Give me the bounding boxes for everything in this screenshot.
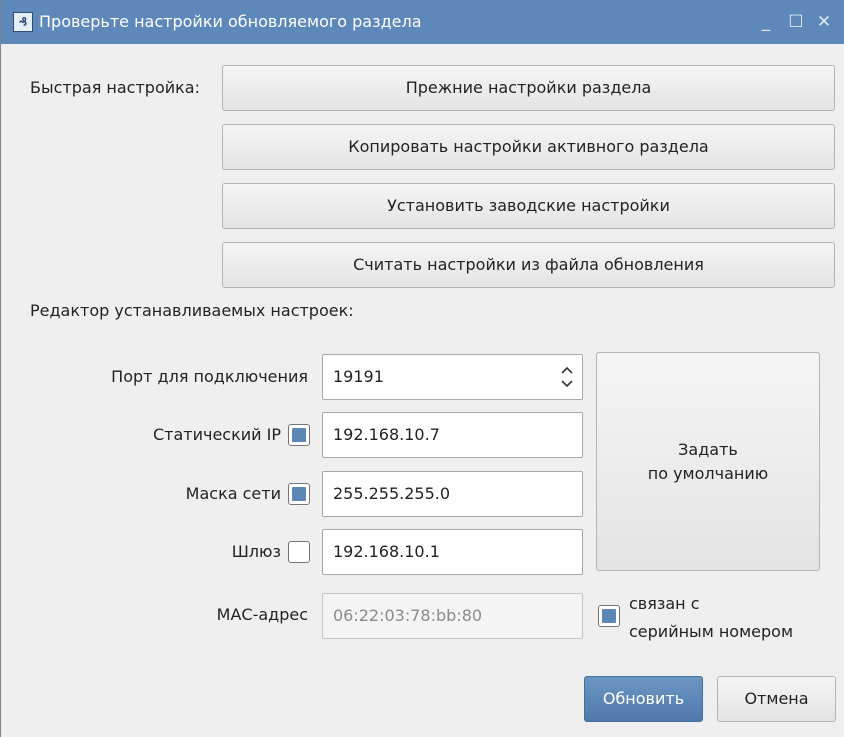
- set-defaults-label-line1: Задать: [678, 439, 738, 459]
- gateway-checkbox[interactable]: [288, 541, 310, 563]
- factory-settings-button[interactable]: Установить заводские настройки: [222, 183, 835, 229]
- editor-label: Редактор устанавливаемых настроек:: [30, 301, 354, 320]
- static-ip-input[interactable]: 192.168.10.7: [322, 412, 583, 458]
- netmask-checkbox[interactable]: [288, 483, 310, 505]
- static-ip-checkbox[interactable]: [288, 424, 310, 446]
- set-defaults-button[interactable]: Задать по умолчанию: [596, 352, 820, 571]
- window-title: Проверьте настройки обновляемого раздела: [39, 12, 422, 31]
- app-logo-icon: ₰: [13, 12, 33, 32]
- read-from-update-file-button[interactable]: Считать настройки из файла обновления: [222, 242, 835, 288]
- serial-link-label-line2: серийным номером: [629, 622, 794, 641]
- port-value: 19191: [333, 367, 384, 386]
- minimize-icon[interactable]: _: [755, 10, 777, 34]
- port-spinbox[interactable]: 19191: [322, 354, 583, 400]
- close-icon[interactable]: ✕: [813, 10, 835, 34]
- serial-link-checkbox[interactable]: [598, 605, 620, 627]
- update-button[interactable]: Обновить: [584, 676, 703, 722]
- checkbox-mark: [292, 428, 306, 442]
- title-bar[interactable]: ₰ Проверьте настройки обновляемого разде…: [1, 0, 844, 44]
- static-ip-label: Статический IP: [152, 425, 281, 444]
- maximize-icon[interactable]: ☐: [785, 10, 807, 34]
- copy-active-settings-button[interactable]: Копировать настройки активного раздела: [222, 124, 835, 170]
- port-label: Порт для подключения: [111, 367, 308, 386]
- spin-arrows-icon[interactable]: [560, 364, 574, 390]
- previous-settings-button[interactable]: Прежние настройки раздела: [222, 65, 835, 111]
- mac-input: 06:22:03:78:bb:80: [322, 593, 583, 639]
- gateway-label: Шлюз: [231, 542, 281, 561]
- cancel-button[interactable]: Отмена: [717, 676, 836, 722]
- netmask-label: Маска сети: [185, 484, 281, 503]
- checkbox-mark: [292, 487, 306, 501]
- netmask-input[interactable]: 255.255.255.0: [322, 471, 583, 517]
- dialog-window: ₰ Проверьте настройки обновляемого разде…: [0, 0, 844, 737]
- checkbox-mark: [602, 609, 616, 623]
- serial-link-label-line1: связан с: [629, 594, 700, 613]
- quick-setup-label: Быстрая настройка:: [30, 78, 200, 97]
- mac-label: МАС-адрес: [216, 605, 308, 624]
- gateway-input[interactable]: 192.168.10.1: [322, 529, 583, 575]
- set-defaults-label-line2: по умолчанию: [647, 463, 769, 483]
